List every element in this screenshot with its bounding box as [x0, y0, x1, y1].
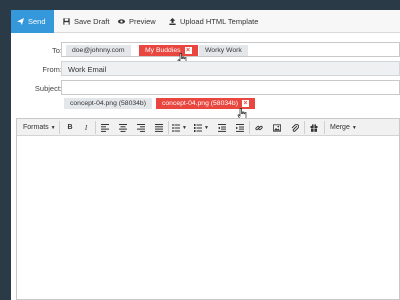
toolbar-divider — [95, 121, 96, 134]
align-left-icon — [101, 123, 109, 132]
bold-icon: B — [67, 124, 73, 131]
italic-button[interactable]: I — [81, 122, 91, 133]
upload-template-label: Upload HTML Template — [180, 16, 259, 26]
image-button[interactable] — [272, 122, 282, 133]
recipient-tag[interactable]: doe@johnny.com — [66, 45, 131, 56]
send-label: Send — [28, 17, 46, 26]
gift-icon — [310, 123, 318, 132]
align-right-icon — [137, 123, 145, 132]
recipient-tag-label: Worky Work — [205, 47, 242, 54]
bold-button[interactable]: B — [65, 122, 75, 133]
formats-label: Formats — [23, 124, 49, 131]
align-left-button[interactable] — [100, 122, 110, 133]
bullet-list-icon — [172, 123, 180, 132]
toolbar-divider — [324, 121, 325, 134]
preview-button[interactable]: Preview — [118, 10, 156, 32]
message-body[interactable] — [17, 136, 399, 299]
indent-button[interactable] — [235, 122, 245, 133]
recipient-tag-selected[interactable]: My Buddies × — [139, 45, 198, 56]
subject-input[interactable] — [61, 80, 400, 95]
chevron-down-icon: ▼ — [204, 124, 209, 131]
save-draft-button[interactable]: Save Draft — [63, 10, 109, 32]
link-icon — [255, 125, 263, 130]
recipient-tag[interactable]: Worky Work — [199, 45, 248, 56]
chevron-down-icon: ▼ — [351, 124, 357, 131]
italic-icon: I — [84, 123, 88, 132]
chevron-down-icon: ▼ — [182, 124, 187, 131]
toolbar-divider — [59, 121, 60, 134]
compose-window: Send Save Draft Preview Upload HTML Temp… — [11, 10, 400, 300]
rich-text-editor: Formats ▼ B I ▼ ▼ Merge ▼ — [16, 118, 400, 300]
outdent-button[interactable] — [217, 122, 227, 133]
attachment-button[interactable] — [290, 122, 300, 133]
subject-label: Subject: — [34, 84, 62, 93]
recipient-tag-label: My Buddies — [145, 47, 181, 54]
send-button[interactable]: Send — [11, 10, 54, 33]
numbered-list-button[interactable]: ▼ — [194, 122, 209, 133]
upload-template-button[interactable]: Upload HTML Template — [169, 10, 258, 32]
formats-dropdown[interactable]: Formats ▼ — [23, 122, 56, 133]
send-icon — [17, 18, 24, 25]
upload-icon — [169, 17, 176, 25]
outdent-icon — [218, 123, 226, 132]
attachment-label: concept-04.png (58034b) — [70, 100, 146, 107]
align-justify-button[interactable] — [154, 122, 164, 133]
paperclip-icon — [291, 123, 299, 132]
image-icon — [273, 123, 281, 132]
merge-dropdown[interactable]: Merge ▼ — [330, 122, 357, 133]
toolbar-divider — [168, 121, 169, 134]
align-center-icon — [119, 123, 127, 132]
attachment-chip[interactable]: concept-04.png (58034b) — [64, 98, 152, 109]
toolbar-divider — [304, 121, 305, 134]
align-right-button[interactable] — [136, 122, 146, 133]
to-field[interactable]: doe@johnny.com My Buddies × Worky Work — [61, 42, 400, 57]
from-label: From: — [42, 65, 62, 74]
preview-label: Preview — [129, 16, 156, 26]
attachment-label: concept-04.png (58034b) — [162, 100, 238, 107]
from-select[interactable]: Work Email — [61, 61, 400, 76]
insert-widget-button[interactable] — [309, 122, 319, 133]
toolbar-divider — [249, 121, 250, 134]
link-button[interactable] — [254, 122, 264, 133]
recipient-tag-label: doe@johnny.com — [72, 47, 125, 54]
eye-icon — [118, 18, 125, 25]
numbered-list-icon — [194, 123, 202, 132]
chevron-down-icon: ▼ — [50, 124, 56, 131]
from-value: Work Email — [68, 65, 107, 74]
align-justify-icon — [155, 123, 163, 132]
merge-label: Merge — [330, 124, 350, 131]
save-draft-label: Save Draft — [74, 16, 110, 26]
editor-toolbar: Formats ▼ B I ▼ ▼ Merge ▼ — [17, 119, 399, 136]
compose-toolbar: Send Save Draft Preview Upload HTML Temp… — [11, 10, 400, 33]
bullet-list-button[interactable]: ▼ — [172, 122, 187, 133]
remove-attachment-icon[interactable]: × — [241, 100, 249, 107]
indent-icon — [236, 123, 244, 132]
floppy-icon — [63, 17, 70, 25]
align-center-button[interactable] — [118, 122, 128, 133]
